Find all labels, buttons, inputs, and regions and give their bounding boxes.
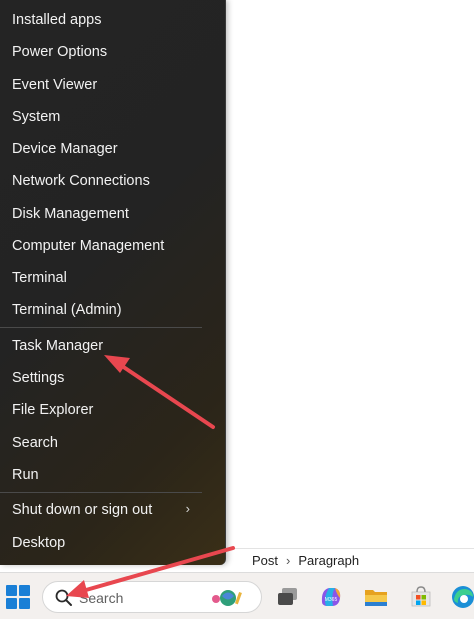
menu-item-network-connections[interactable]: Network Connections (4, 166, 218, 196)
menu-item-task-manager[interactable]: Task Manager (4, 331, 218, 361)
menu-item-shut-down[interactable]: Shut down or sign out › (4, 495, 218, 525)
menu-item-label: Search (12, 435, 58, 451)
menu-item-terminal[interactable]: Terminal (4, 263, 218, 293)
menu-separator (0, 492, 202, 493)
menu-item-label: Desktop (12, 535, 66, 551)
menu-item-run[interactable]: Run (4, 460, 218, 490)
menu-item-power-options[interactable]: Power Options (4, 37, 218, 67)
menu-item-system[interactable]: System (4, 102, 218, 132)
search-placeholder: Search (79, 590, 124, 606)
menu-item-label: Settings (12, 370, 65, 386)
search-icon (55, 589, 72, 606)
menu-item-disk-management[interactable]: Disk Management (4, 199, 218, 229)
menu-item-installed-apps[interactable]: Installed apps (4, 5, 218, 35)
menu-item-search[interactable]: Search (4, 428, 218, 458)
chevron-right-icon: › (185, 501, 190, 516)
menu-item-computer-management[interactable]: Computer Management (4, 231, 218, 261)
m365-label: M365 (325, 597, 338, 603)
edge-icon[interactable] (450, 584, 474, 610)
menu-item-label: Terminal (12, 270, 67, 286)
menu-item-label: Task Manager (12, 338, 104, 354)
menu-item-label: Power Options (12, 44, 108, 60)
power-user-menu: Installed apps Power Options Event Viewe… (0, 0, 226, 565)
menu-item-label: Computer Management (12, 238, 165, 254)
menu-item-label: File Explorer (12, 402, 94, 418)
microsoft-store-icon[interactable] (408, 584, 434, 610)
menu-item-label: Terminal (Admin) (12, 302, 122, 318)
search-highlight-icon (212, 590, 242, 606)
copilot-m365-icon[interactable]: M365 (318, 584, 344, 610)
menu-item-desktop[interactable]: Desktop (4, 528, 218, 558)
windows-start-icon[interactable] (6, 585, 30, 609)
taskbar-search-box[interactable]: Search (42, 581, 262, 613)
file-explorer-icon[interactable] (363, 584, 389, 610)
breadcrumb: Post › Paragraph (226, 548, 474, 572)
menu-item-file-explorer[interactable]: File Explorer (4, 395, 218, 425)
breadcrumb-post[interactable]: Post (252, 553, 278, 568)
menu-item-terminal-admin[interactable]: Terminal (Admin) (4, 295, 218, 325)
menu-item-label: System (12, 109, 61, 125)
menu-item-label: Installed apps (12, 12, 102, 28)
chevron-right-icon: › (286, 553, 291, 568)
menu-item-settings[interactable]: Settings (4, 363, 218, 393)
breadcrumb-paragraph[interactable]: Paragraph (298, 553, 359, 568)
menu-separator (0, 327, 202, 328)
taskbar: Search M365 (0, 572, 474, 619)
menu-item-label: Device Manager (12, 141, 118, 157)
menu-item-label: Shut down or sign out (12, 502, 153, 518)
menu-item-label: Run (12, 467, 39, 483)
menu-item-label: Disk Management (12, 206, 129, 222)
task-view-icon[interactable] (275, 584, 301, 610)
menu-item-device-manager[interactable]: Device Manager (4, 134, 218, 164)
menu-item-label: Event Viewer (12, 77, 98, 93)
menu-item-event-viewer[interactable]: Event Viewer (4, 70, 218, 100)
menu-item-label: Network Connections (12, 173, 150, 189)
